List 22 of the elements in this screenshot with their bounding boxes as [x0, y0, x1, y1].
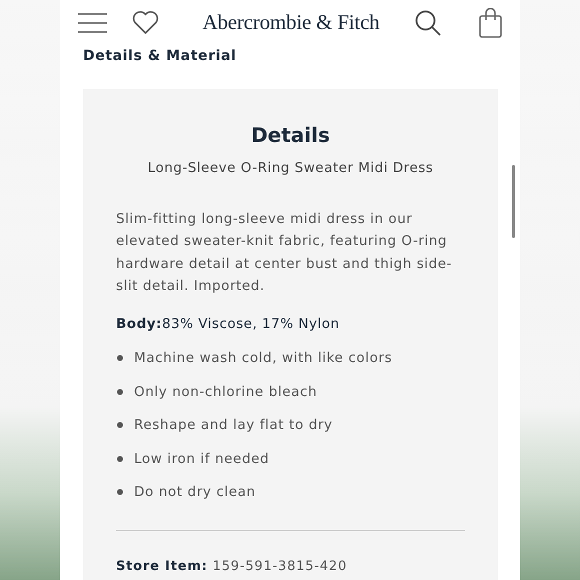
product-name: Long-Sleeve O-Ring Sweater Midi Dress — [148, 160, 434, 176]
bullet-icon — [117, 388, 123, 395]
care-instruction: Reshape and lay flat to dry — [134, 417, 333, 434]
brand-logo[interactable]: Abercrombie & Fitch — [167, 10, 415, 35]
store-item-number: Store Item: 159-591-3815-420 — [116, 559, 348, 574]
bullet-icon — [117, 456, 123, 462]
heart-icon[interactable] — [132, 10, 159, 34]
care-instruction: Low iron if needed — [134, 450, 270, 467]
care-instruction: Only non-chlorine bleach — [134, 384, 318, 400]
care-instruction: Do not dry clean — [134, 484, 256, 500]
product-description: Slim-fitting long-sleeve midi dress in our elevated sweater-knit fabric, featuring O-ring hardware detail at center bust and thigh side-slit detail. Imported. — [116, 210, 453, 296]
search-icon[interactable] — [415, 10, 441, 36]
details-heading: Details — [250, 123, 331, 147]
fabric-composition: Body:83% Viscose, 17% Nylon — [116, 316, 340, 332]
bullet-icon — [117, 422, 123, 428]
menu-icon[interactable] — [78, 12, 107, 32]
bullet-icon — [117, 355, 123, 362]
scrollbar[interactable] — [512, 165, 515, 238]
care-instruction: Machine wash cold, with like colors — [134, 350, 392, 366]
section-title: Details & Material — [83, 47, 236, 65]
shopping-bag-icon[interactable] — [479, 8, 502, 38]
bullet-icon — [117, 489, 123, 496]
